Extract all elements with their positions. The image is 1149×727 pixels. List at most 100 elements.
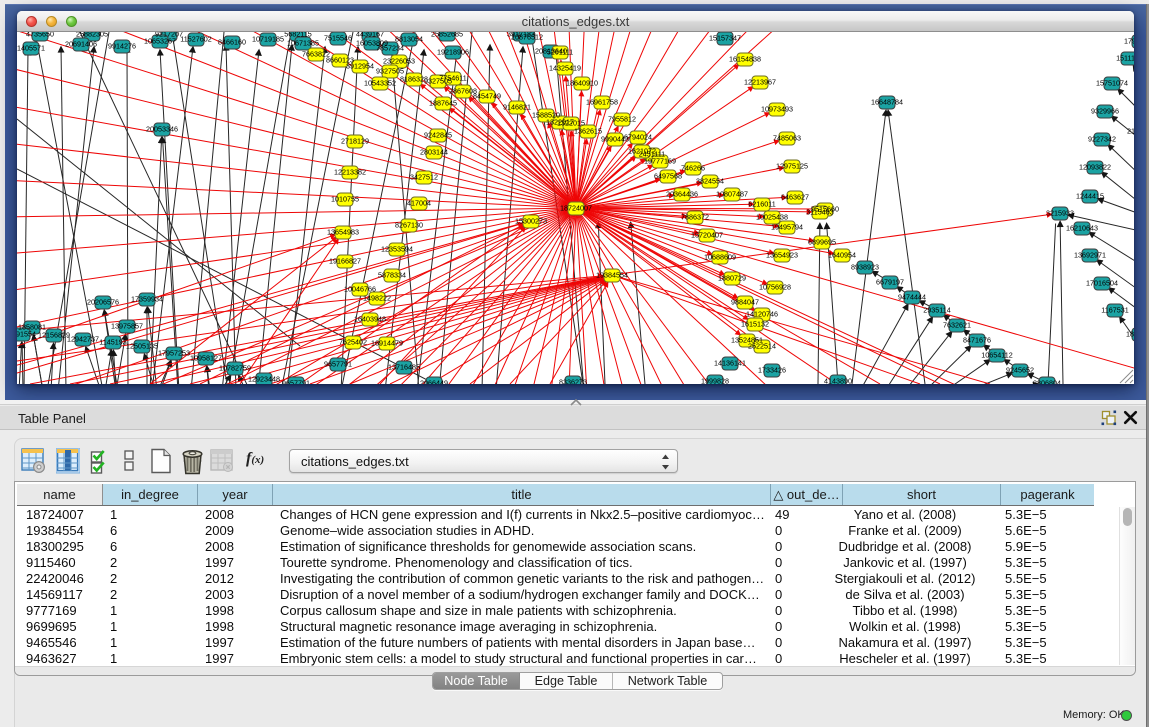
svg-text:15751074: 15751074 xyxy=(1096,79,1128,88)
svg-text:1405571: 1405571 xyxy=(17,44,45,53)
svg-text:14325419: 14325419 xyxy=(549,64,581,73)
svg-text:8336273: 8336273 xyxy=(559,378,587,385)
svg-text:17957253: 17957253 xyxy=(158,349,190,358)
svg-text:20691406: 20691406 xyxy=(65,40,97,49)
svg-text:15720407: 15720407 xyxy=(691,231,723,240)
svg-text:11527602: 11527602 xyxy=(180,35,211,44)
svg-text:1588520: 1588520 xyxy=(532,111,560,120)
svg-text:21200396: 21200396 xyxy=(1127,127,1134,136)
svg-text:17956909: 17956909 xyxy=(1124,37,1134,46)
svg-text:12505135: 12505135 xyxy=(126,342,158,351)
svg-text:1615132: 1615132 xyxy=(741,320,769,329)
svg-text:13716485: 13716485 xyxy=(388,363,420,372)
svg-text:19166827: 19166827 xyxy=(329,257,361,266)
svg-text:16914479: 16914479 xyxy=(371,339,403,348)
svg-text:10654112: 10654112 xyxy=(981,351,1012,360)
svg-text:5261111: 5261111 xyxy=(547,48,573,57)
svg-text:19495794: 19495794 xyxy=(771,223,803,232)
svg-text:1640954: 1640954 xyxy=(828,251,856,260)
svg-text:10046766: 10046766 xyxy=(344,285,376,294)
svg-text:13654983: 13654983 xyxy=(327,228,359,237)
svg-text:12093822: 12093822 xyxy=(1079,163,1111,172)
svg-text:2803144: 2803144 xyxy=(420,148,448,157)
svg-text:16961758: 16961758 xyxy=(586,98,618,107)
svg-text:6497568: 6497568 xyxy=(654,172,682,181)
svg-text:10807487: 10807487 xyxy=(716,190,748,199)
svg-text:18640910: 18640910 xyxy=(566,79,598,88)
svg-text:3215933: 3215933 xyxy=(1046,209,1074,218)
svg-text:2935114: 2935114 xyxy=(923,306,950,315)
svg-text:10973493: 10973493 xyxy=(761,105,793,114)
svg-text:3912954: 3912954 xyxy=(346,62,374,71)
svg-text:9657791: 9657791 xyxy=(282,379,310,385)
svg-text:15157347: 15157347 xyxy=(709,34,741,43)
svg-text:20876512: 20876512 xyxy=(511,33,543,42)
svg-text:746266: 746266 xyxy=(681,164,705,173)
svg-text:1010755: 1010755 xyxy=(331,195,359,204)
svg-text:12156829: 12156829 xyxy=(38,331,70,340)
svg-text:9227342: 9227342 xyxy=(1088,135,1116,144)
svg-text:3115463: 3115463 xyxy=(806,208,833,217)
svg-text:12213967: 12213967 xyxy=(744,78,776,87)
svg-text:9914276: 9914276 xyxy=(108,42,136,51)
svg-text:16403948: 16403948 xyxy=(354,315,386,324)
svg-text:25882305: 25882305 xyxy=(76,32,108,39)
svg-text:16154838: 16154838 xyxy=(729,55,761,64)
svg-text:9245652: 9245652 xyxy=(1006,366,1034,375)
svg-text:10025438: 10025438 xyxy=(756,213,788,222)
svg-text:8806804: 8806804 xyxy=(1033,379,1061,385)
svg-text:6463627: 6463627 xyxy=(781,193,809,202)
svg-text:7515546: 7515546 xyxy=(324,34,352,43)
svg-text:2522514: 2522514 xyxy=(748,342,776,351)
svg-text:8471676: 8471676 xyxy=(963,336,991,345)
svg-text:7632621: 7632621 xyxy=(943,321,971,330)
svg-text:4143890: 4143890 xyxy=(824,377,852,385)
svg-text:1890399: 1890399 xyxy=(1126,330,1134,339)
svg-text:13975857: 13975857 xyxy=(111,322,143,331)
svg-text:14120746: 14120746 xyxy=(746,310,778,319)
svg-text:25852685: 25852685 xyxy=(431,32,463,39)
svg-text:19777169: 19777169 xyxy=(644,157,676,166)
svg-text:7857234: 7857234 xyxy=(376,44,404,53)
svg-text:2066449: 2066449 xyxy=(420,379,448,385)
svg-text:7955812: 7955812 xyxy=(608,115,636,124)
svg-text:3427512: 3427512 xyxy=(410,173,438,182)
svg-text:10756928: 10756928 xyxy=(759,283,791,292)
svg-text:14136141: 14136141 xyxy=(714,359,746,368)
svg-text:1362615: 1362615 xyxy=(574,127,602,136)
svg-text:1322015: 1322015 xyxy=(557,119,585,128)
svg-text:8267130: 8267130 xyxy=(395,221,423,230)
svg-text:2718129: 2718129 xyxy=(341,137,369,146)
svg-text:8938923: 8938923 xyxy=(851,263,879,272)
svg-text:1498222: 1498222 xyxy=(363,294,391,303)
svg-text:6679197: 6679197 xyxy=(876,278,904,287)
svg-text:23226053: 23226053 xyxy=(383,57,415,66)
svg-text:417004: 417004 xyxy=(407,199,431,208)
svg-text:7625402: 7625402 xyxy=(339,338,367,347)
svg-text:8466160: 8466160 xyxy=(218,38,246,47)
svg-text:12975125: 12975125 xyxy=(776,162,808,171)
svg-text:3824554: 3824554 xyxy=(696,177,724,186)
svg-text:10653267: 10653267 xyxy=(144,37,176,46)
svg-text:9657791: 9657791 xyxy=(324,360,352,369)
svg-text:1145193: 1145193 xyxy=(99,338,126,347)
svg-text:5878334: 5878334 xyxy=(378,271,406,280)
svg-text:1999828: 1999828 xyxy=(701,377,729,385)
svg-text:20053346: 20053346 xyxy=(146,125,178,134)
svg-text:13692971: 13692971 xyxy=(1074,251,1106,260)
svg-text:12353594: 12353594 xyxy=(381,245,413,254)
svg-text:13654923: 13654923 xyxy=(766,251,798,260)
svg-text:9474444: 9474444 xyxy=(898,293,926,302)
svg-text:6794024: 6794024 xyxy=(624,133,652,142)
svg-text:12923448: 12923448 xyxy=(248,375,280,384)
svg-text:16648784: 16648784 xyxy=(871,98,903,107)
svg-text:17359934: 17359934 xyxy=(131,295,163,304)
svg-text:12942737: 12942737 xyxy=(67,335,99,344)
svg-text:6899695: 6899695 xyxy=(808,238,836,247)
svg-text:1167531: 1167531 xyxy=(1101,306,1128,315)
svg-text:8454749: 8454749 xyxy=(473,92,501,101)
svg-text:12213382: 12213382 xyxy=(334,168,366,177)
svg-text:1733426: 1733426 xyxy=(758,366,786,375)
svg-text:1244415: 1244415 xyxy=(1076,192,1104,201)
svg-text:6216011: 6216011 xyxy=(748,200,775,209)
